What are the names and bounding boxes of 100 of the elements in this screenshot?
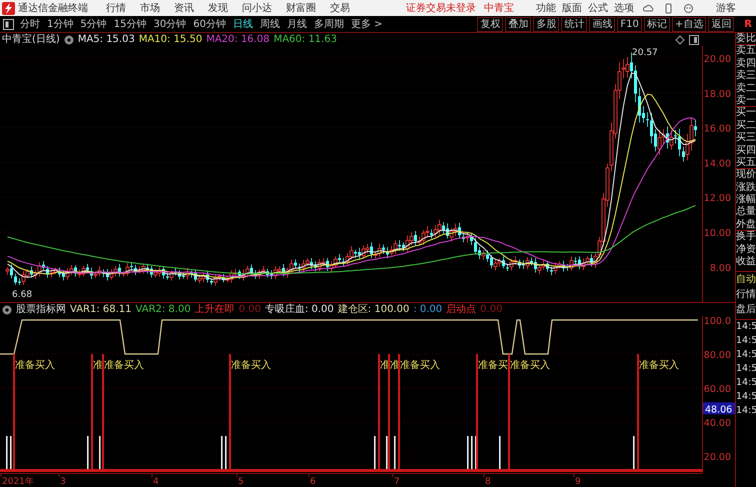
indicator-value: 上升在即 bbox=[194, 302, 235, 317]
indicator-value: VAR2: 8.00 bbox=[136, 303, 191, 317]
indicator-axis-label: 40.00 bbox=[704, 418, 731, 429]
price-annotation: 20.57 bbox=[632, 48, 658, 58]
user-name[interactable]: 游客 bbox=[716, 0, 736, 16]
menu-item[interactable]: 行情 bbox=[106, 0, 126, 16]
toolbar-button[interactable]: 返回 bbox=[708, 16, 734, 32]
quote-field-label: 卖一 bbox=[736, 94, 756, 108]
toolbar-button[interactable]: 叠加 bbox=[505, 16, 532, 32]
indicator-bar bbox=[99, 436, 101, 469]
indicator-value: 启动点 bbox=[446, 302, 476, 317]
price-annotation: 6.68 bbox=[12, 290, 32, 300]
indicator-name: 股票指标网 bbox=[16, 302, 66, 317]
moving-average-label: MA60: 11.63 bbox=[274, 33, 337, 47]
period-tab[interactable]: 1分钟 bbox=[47, 16, 74, 32]
toolbar-menu-item[interactable]: 版面 bbox=[562, 0, 582, 16]
date-axis-label: 9 bbox=[575, 477, 581, 487]
menu-item[interactable]: 市场 bbox=[140, 0, 160, 16]
toolbar-button[interactable]: 标记 bbox=[644, 16, 670, 32]
indicator-bar bbox=[471, 436, 473, 469]
date-axis-label: 3 bbox=[60, 477, 66, 487]
menu-item[interactable]: 发现 bbox=[208, 0, 228, 16]
phone-icon[interactable] bbox=[663, 2, 674, 14]
indicator-value: 专吸庄血: 0.00 bbox=[264, 302, 334, 317]
period-tab[interactable]: 周线 bbox=[260, 16, 280, 32]
panel-tab[interactable]: 盘后 bbox=[736, 302, 756, 318]
quote-field-label: 卖四 bbox=[736, 58, 756, 70]
indicator-value: 建仓区: 100.00 bbox=[338, 302, 410, 317]
period-tab[interactable]: 月线 bbox=[286, 16, 307, 32]
panel-toggle-icon[interactable] bbox=[3, 18, 14, 30]
toolbar-menu-item[interactable]: 公式 bbox=[588, 0, 608, 16]
menu-item[interactable]: 交易 bbox=[330, 0, 350, 16]
cloud-icon[interactable] bbox=[643, 2, 654, 14]
indicator-bar bbox=[221, 436, 223, 469]
panel-tab[interactable]: 自动 bbox=[736, 272, 756, 288]
login-status[interactable]: 证券交易未登录 bbox=[406, 0, 476, 16]
quote-field-label: 净资 bbox=[736, 244, 756, 256]
period-tab[interactable]: 5分钟 bbox=[80, 16, 107, 32]
period-tab[interactable]: 多周期 bbox=[314, 16, 344, 32]
date-axis-label: 5 bbox=[238, 477, 244, 487]
moving-average-label: MA10: 15.50 bbox=[138, 33, 202, 47]
more-periods-link[interactable]: 更多 > bbox=[350, 16, 383, 32]
corner-label[interactable]: R bbox=[744, 16, 752, 32]
toolbar-button[interactable]: 统计 bbox=[561, 16, 588, 32]
menu-item[interactable]: 问小达 bbox=[242, 0, 272, 16]
quote-field-label: 外盘 bbox=[736, 218, 756, 232]
panel-tab[interactable]: 行情 bbox=[736, 287, 756, 302]
signal-label: 准备买入 bbox=[639, 360, 679, 371]
settings-icon[interactable] bbox=[64, 34, 74, 44]
indicator-value: : 0.00 bbox=[413, 303, 442, 317]
settings-icon[interactable] bbox=[2, 304, 12, 314]
indicator-bar bbox=[225, 436, 227, 469]
diamond-icon[interactable] bbox=[675, 34, 685, 44]
quote-field-label: 买一 bbox=[736, 107, 756, 120]
signal-label: 准备买入 bbox=[510, 360, 550, 371]
signal-label: 准备买入 bbox=[15, 360, 55, 371]
price-axis-label: 18.00 bbox=[704, 88, 731, 100]
app-logo-icon bbox=[2, 2, 15, 14]
signal-label: 准 bbox=[93, 360, 103, 371]
date-axis-label: 6 bbox=[310, 477, 316, 487]
quote-field-label: 买三 bbox=[736, 132, 756, 145]
quote-field-label: 总量 bbox=[736, 206, 756, 219]
moving-average-label: MA20: 16.08 bbox=[206, 33, 270, 47]
quote-field-label: 买五 bbox=[736, 156, 756, 170]
period-tab[interactable]: 60分钟 bbox=[193, 16, 226, 32]
menu-item[interactable]: 财富圈 bbox=[286, 0, 316, 16]
menu-item[interactable]: 资讯 bbox=[174, 0, 194, 16]
quote-field-label: 卖三 bbox=[736, 70, 756, 82]
stock-name: 中青宝 bbox=[484, 2, 514, 16]
quote-field-label: 卖五 bbox=[736, 45, 756, 58]
toolbar-button[interactable]: F10 bbox=[617, 16, 642, 32]
quote-field-label: 收益 bbox=[736, 256, 756, 268]
date-axis-label: 8 bbox=[485, 477, 491, 487]
toolbar-button[interactable]: 画线 bbox=[589, 16, 616, 32]
quote-field-label: 换手 bbox=[736, 231, 756, 244]
price-axis-label: 16.00 bbox=[704, 124, 731, 135]
period-tab[interactable]: 分时 bbox=[20, 16, 40, 32]
indicator-bar bbox=[499, 436, 501, 469]
face-icon[interactable] bbox=[683, 2, 694, 14]
date-axis-label: 7 bbox=[394, 477, 400, 487]
price-axis-label: 12.00 bbox=[704, 193, 731, 204]
period-tab[interactable]: 30分钟 bbox=[153, 16, 186, 32]
price-axis-label: 10.00 bbox=[704, 228, 731, 239]
quote-field-label: 涨幅 bbox=[736, 194, 756, 206]
stock-period-title: 中青宝(日线) bbox=[2, 32, 60, 47]
toolbar-menu-item[interactable]: 功能 bbox=[536, 0, 556, 16]
indicator-bar bbox=[386, 436, 388, 469]
indicator-value: 0.00 bbox=[480, 303, 502, 317]
indicator-bar bbox=[87, 436, 89, 469]
toolbar-button[interactable]: +自选 bbox=[672, 16, 706, 32]
toolbar-button[interactable]: 多股 bbox=[533, 16, 560, 32]
toolbar-button[interactable]: 复权 bbox=[477, 16, 504, 32]
toolbar-menu-item[interactable]: 选项 bbox=[614, 0, 634, 16]
indicator-bar bbox=[6, 436, 8, 469]
indicator-axis-label: 80.00 bbox=[704, 350, 731, 361]
period-tab[interactable]: 日线 bbox=[232, 16, 253, 32]
signal-label: 准备买入 bbox=[104, 360, 144, 371]
indicator-bar bbox=[10, 436, 12, 469]
panel-icon[interactable] bbox=[689, 34, 699, 44]
period-tab[interactable]: 15分钟 bbox=[114, 16, 146, 32]
